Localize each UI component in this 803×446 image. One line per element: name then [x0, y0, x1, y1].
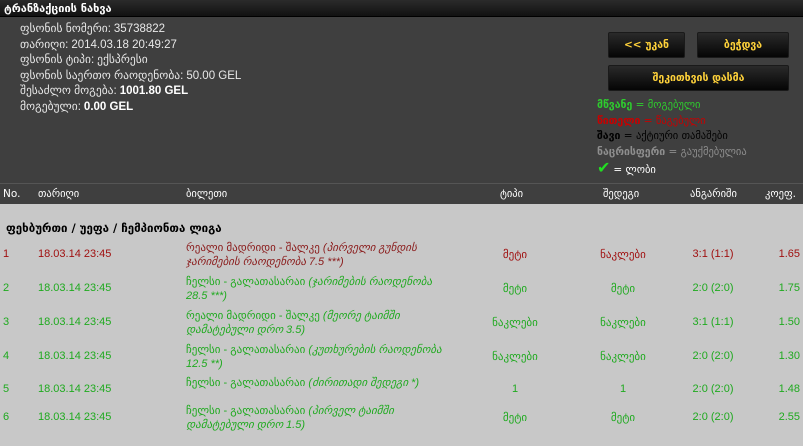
col-result: შედეგი	[603, 188, 640, 200]
row-odd: 1.75	[778, 282, 800, 294]
row-result: მეტი	[610, 412, 636, 424]
row-date: 18.03.14 23:45	[38, 383, 112, 395]
row-date: 18.03.14 23:45	[38, 411, 112, 423]
col-score: ანგარიში	[690, 188, 737, 200]
ticket-no-label: ფსონის ნომერი:	[20, 23, 111, 35]
legend-black-word: შავი	[597, 130, 621, 143]
row-date: 18.03.14 23:45	[38, 316, 112, 328]
table-row: 2 18.03.14 23:45 ჩელსი - გალათასარაი (ჯარი…	[0, 276, 803, 309]
row-number: 1	[3, 248, 10, 260]
row-score: 2:0 (2:0)	[692, 350, 734, 362]
col-bet: ბილეთი	[186, 188, 228, 200]
row-number: 5	[3, 383, 10, 395]
legend-red-text: = წაგებული	[640, 114, 706, 127]
legend-gray-text: = გაუქმებულია	[665, 146, 747, 159]
row-odd: 1.30	[778, 350, 800, 362]
row-bet: ჩელსი - გალათასარაი (ძირითადი შედეგი *)	[186, 377, 446, 391]
win-label: მოგებული:	[20, 100, 81, 113]
ask-question-button[interactable]: შეკითხვის დასმა	[608, 65, 789, 91]
date-value: 2014.03.18 20:49:27	[71, 38, 177, 51]
row-result: მეტი	[610, 283, 636, 295]
table-row: 4 18.03.14 23:45 ჩელსი - გალათასარაი (კუთხ…	[0, 344, 803, 377]
row-score: 2:0 (2:0)	[692, 411, 734, 423]
row-type: მეტი	[502, 283, 528, 295]
win-value: 0.00 GEL	[83, 100, 134, 113]
row-result: ნაკლები	[600, 351, 646, 363]
row-bet: რეალი მადრიდი - შალკე (პირველი გუნდის ჯა…	[186, 242, 446, 269]
row-bet: ჩელსი - გალათასარაი (კუთხურების რაოდენობ…	[186, 344, 446, 371]
row-bet: ჩელსი - გალათასარაი (პირველ ტაიმში დამატ…	[186, 405, 446, 432]
row-result: ნაკლები	[600, 317, 646, 329]
row-type: მეტი	[502, 412, 528, 424]
row-type: ნაკლები	[492, 317, 538, 329]
ticket-no-value: 35738822	[113, 23, 166, 35]
window-title: ტრანზაქციის ნახვა	[0, 0, 803, 17]
status-legend: მწვანე = მოგებული წითელი = წაგებული შავი…	[597, 98, 747, 179]
legend-green-word: მწვანე	[597, 99, 633, 111]
row-odd: 1.65	[778, 248, 800, 260]
amount-value: 50.00 GEL	[186, 69, 242, 82]
table-header: No. თარიღი ბილეთი ტიპი შედეგი ანგარიში კ…	[0, 183, 803, 204]
amount-label: ფსონის საერთო რაოდენობა:	[20, 69, 184, 82]
row-number: 4	[3, 350, 10, 362]
row-odd: 1.48	[778, 383, 800, 395]
col-type: ტიპი	[500, 188, 524, 200]
row-result: 1	[619, 383, 627, 395]
legend-black-text: = აქტიური თამაშები	[620, 130, 728, 143]
checkmark-icon: ✔	[597, 157, 611, 177]
type-value: ექსპრესი	[97, 54, 148, 66]
row-number: 2	[3, 282, 10, 294]
row-number: 3	[3, 316, 10, 328]
table-row: 1 18.03.14 23:45 რეალი მადრიდი - შალკე (პი…	[0, 242, 803, 275]
row-type: ნაკლები	[492, 351, 538, 363]
print-button[interactable]: ბეჭდვა	[697, 32, 789, 58]
possible-win-value: 1001.80 GEL	[119, 85, 189, 97]
possible-win-label: შესაძლო მოგება:	[20, 85, 117, 97]
date-label: თარიღი:	[20, 38, 69, 51]
row-bet: რეალი მადრიდი - შალკე (მეორე ტაიმში დამა…	[186, 310, 446, 337]
bets-table: ფეხბურთი / უეფა / ჩემპიონთა ლიგა 1 18.03.…	[0, 204, 803, 446]
row-type: მეტი	[502, 249, 528, 261]
ticket-info: ფსონის ნომერი: 35738822 თარიღი: 2014.03.18…	[20, 22, 241, 115]
row-match: ჩელსი - გალათასარაი	[186, 405, 306, 417]
row-odd: 1.50	[778, 316, 800, 328]
legend-gray-word: ნაცრისფერი	[597, 146, 666, 159]
row-date: 18.03.14 23:45	[38, 248, 112, 260]
row-odd: 2.55	[778, 411, 800, 423]
row-date: 18.03.14 23:45	[38, 350, 112, 362]
legend-green-text: = მოგებული	[632, 99, 701, 111]
back-button[interactable]: << უკან	[608, 32, 685, 58]
row-score: 2:0 (2:0)	[692, 282, 734, 294]
row-match: ჩელსი - გალათასარაი	[186, 276, 306, 288]
row-date: 18.03.14 23:45	[38, 282, 112, 294]
table-row: 3 18.03.14 23:45 რეალი მადრიდი - შალკე (მე…	[0, 310, 803, 343]
legend-check-text: = ლობი	[613, 163, 656, 176]
row-match: რეალი მადრიდი - შალკე	[186, 310, 320, 322]
row-bet: ჩელსი - გალათასარაი (ჯარიმების რაოდენობა…	[186, 276, 446, 303]
row-match: რეალი მადრიდი - შალკე	[186, 242, 320, 254]
row-number: 6	[3, 411, 10, 423]
legend-red-word: წითელი	[597, 114, 641, 127]
row-result: ნაკლები	[600, 249, 646, 261]
row-match: ჩელსი - გალათასარაი	[186, 377, 306, 389]
type-label: ფსონის ტიპი:	[20, 54, 95, 66]
row-score: 3:1 (1:1)	[692, 248, 734, 260]
row-score: 3:1 (1:1)	[692, 316, 734, 328]
group-title: ფეხბურთი / უეფა / ჩემპიონთა ლიგა	[6, 221, 222, 235]
row-type: 1	[511, 383, 519, 395]
col-no: No.	[3, 188, 21, 200]
row-score: 2:0 (2:0)	[692, 383, 734, 395]
row-match: ჩელსი - გალათასარაი	[186, 344, 306, 356]
col-odd: კოეფ.	[765, 188, 796, 200]
table-row: 6 18.03.14 23:45 ჩელსი - გალათასარაი (პირვ…	[0, 405, 803, 438]
col-date: თარიღი	[38, 188, 80, 200]
row-bet-detail: (ძირითადი შედეგი *)	[308, 377, 419, 389]
